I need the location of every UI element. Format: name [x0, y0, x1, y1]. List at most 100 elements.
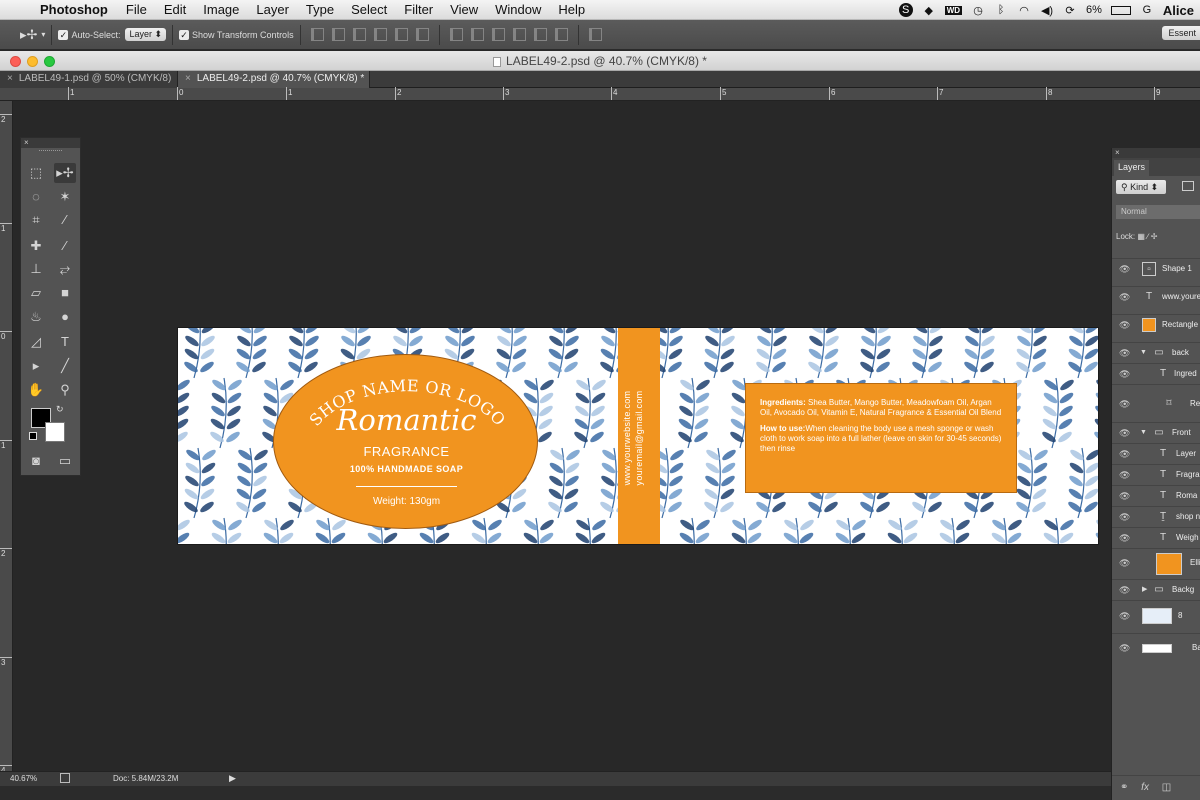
sync-icon[interactable]: ⟳: [1063, 4, 1077, 17]
close-tab-icon[interactable]: ×: [7, 73, 13, 84]
brush-tool-icon[interactable]: ∕: [54, 236, 76, 256]
zoom-tool-icon[interactable]: ⚲: [54, 380, 76, 400]
layer-group-row[interactable]: 👁 ▼ ▭ back: [1112, 342, 1200, 363]
layer-row[interactable]: 👁 ▫ Shape 1: [1112, 258, 1200, 279]
eye-icon[interactable]: 👁: [1119, 444, 1130, 464]
menu-image[interactable]: Image: [203, 2, 239, 17]
menu-type[interactable]: Type: [306, 2, 334, 17]
align-bottom-edges-icon[interactable]: [352, 28, 366, 41]
align-top-edges-icon[interactable]: [310, 28, 324, 41]
expand-chevron-icon[interactable]: ▶: [1142, 580, 1147, 600]
menu-layer[interactable]: Layer: [256, 2, 289, 17]
link-layers-icon[interactable]: ⚭: [1120, 782, 1128, 793]
panel-grip[interactable]: [39, 150, 62, 156]
zoom-level[interactable]: 40.67%: [10, 774, 37, 783]
screen-mode-icon[interactable]: ▭: [54, 451, 76, 471]
clone-stamp-tool-icon[interactable]: ⊥: [25, 259, 47, 279]
distribute-right-icon[interactable]: [554, 28, 568, 41]
distribute-top-icon[interactable]: [449, 28, 463, 41]
eye-icon[interactable]: 👁: [1119, 580, 1130, 600]
app-menu[interactable]: Photoshop: [40, 2, 108, 17]
menu-edit[interactable]: Edit: [164, 2, 186, 17]
layer-row[interactable]: 👁 T Ingred: [1112, 363, 1200, 384]
tools-panel-header[interactable]: ×: [21, 138, 80, 148]
layer-row[interactable]: 👁 T Weigh: [1112, 527, 1200, 548]
eye-icon[interactable]: 👁: [1119, 343, 1130, 363]
eye-icon[interactable]: 👁: [1119, 423, 1130, 443]
close-window-button[interactable]: [10, 56, 21, 67]
eye-icon[interactable]: 👁: [1119, 315, 1130, 335]
layer-row[interactable]: 👁 Twww.youre: [1112, 286, 1200, 307]
image-filter-icon[interactable]: [1182, 181, 1194, 191]
bluetooth-icon[interactable]: ᛒ: [994, 4, 1008, 16]
eye-icon[interactable]: 👁: [1119, 394, 1130, 414]
lasso-tool-icon[interactable]: ◌: [25, 187, 47, 207]
background-color-swatch[interactable]: [45, 422, 65, 442]
align-left-edges-icon[interactable]: [373, 28, 387, 41]
move-tool-icon[interactable]: ▸✢: [20, 27, 37, 43]
healing-brush-tool-icon[interactable]: ✚: [25, 236, 47, 256]
layer-row[interactable]: 👁 ⌑ Re: [1112, 384, 1200, 422]
layers-panel-header[interactable]: ×: [1112, 148, 1200, 158]
tool-preset-chevron-icon[interactable]: ▾: [41, 30, 45, 39]
wd-drive-icon[interactable]: WD: [944, 5, 963, 15]
eye-icon[interactable]: 👁: [1119, 638, 1130, 658]
eyedropper-tool-icon[interactable]: ⁄: [54, 210, 76, 230]
auto-select-checkbox[interactable]: ✓: [58, 29, 69, 40]
move-tool-icon[interactable]: ▸✢: [54, 163, 76, 183]
workspace-switcher[interactable]: Essent: [1162, 26, 1200, 40]
lock-pixels-icon[interactable]: ▦: [1137, 232, 1145, 241]
layer-row[interactable]: 👁 T Layer: [1112, 443, 1200, 464]
menu-help[interactable]: Help: [558, 2, 585, 17]
crop-tool-icon[interactable]: ⌗: [25, 210, 47, 230]
label-spine[interactable]: www.yourwebsite.com youremail@gmail.com: [618, 328, 660, 544]
layer-row[interactable]: 👁 Elli: [1112, 548, 1200, 579]
time-machine-icon[interactable]: ◷: [971, 4, 985, 17]
layer-row[interactable]: 👁 T Fragra: [1112, 464, 1200, 485]
ingredients-box[interactable]: Ingredients: Shea Butter, Mango Butter, …: [745, 383, 1017, 493]
line-tool-icon[interactable]: ╱: [54, 356, 76, 376]
dropbox-icon[interactable]: ◆: [922, 4, 936, 17]
expand-chevron-icon[interactable]: ▼: [1140, 343, 1147, 363]
google-icon[interactable]: G: [1140, 4, 1154, 16]
layer-group-row[interactable]: 👁 ▼ ▭ Front: [1112, 422, 1200, 443]
layer-row[interactable]: 👁 T Roma: [1112, 485, 1200, 506]
default-colors-icon[interactable]: [29, 432, 37, 440]
tab-layers[interactable]: Layers: [1114, 160, 1150, 176]
blur-tool-icon[interactable]: ♨: [25, 307, 47, 327]
layer-row[interactable]: 👁 8: [1112, 600, 1200, 633]
eye-icon[interactable]: 👁: [1119, 528, 1130, 548]
distribute-bottom-icon[interactable]: [491, 28, 505, 41]
vertical-ruler[interactable]: 2 1 0 1 2 3 4: [0, 101, 13, 775]
menu-window[interactable]: Window: [495, 2, 541, 17]
eye-icon[interactable]: 👁: [1119, 364, 1130, 384]
label-oval[interactable]: SHOP NAME OR LOGO Romantic FRAGRANCE 100…: [273, 354, 538, 529]
direct-selection-tool-icon[interactable]: ▸: [25, 356, 47, 376]
zoom-window-button[interactable]: [44, 56, 55, 67]
volume-icon[interactable]: ◀): [1040, 4, 1054, 17]
wifi-icon[interactable]: ◠: [1017, 4, 1031, 17]
user-menu[interactable]: Alice: [1163, 3, 1194, 18]
close-tab-icon[interactable]: ×: [185, 73, 191, 84]
eye-icon[interactable]: 👁: [1119, 465, 1130, 485]
eye-icon[interactable]: 👁: [1119, 507, 1130, 527]
lock-position-icon[interactable]: ✢: [1151, 232, 1158, 241]
eye-icon[interactable]: 👁: [1119, 259, 1130, 279]
distribute-horizontal-centers-icon[interactable]: [533, 28, 547, 41]
align-vertical-centers-icon[interactable]: [331, 28, 345, 41]
quick-mask-icon[interactable]: ◙: [25, 451, 47, 471]
share-icon[interactable]: [60, 773, 70, 783]
path-selection-tool-icon[interactable]: ◿: [25, 332, 47, 352]
history-brush-tool-icon[interactable]: ⥂: [54, 259, 76, 279]
battery-icon[interactable]: [1110, 5, 1131, 15]
eye-icon[interactable]: 👁: [1119, 287, 1130, 307]
soap-label-canvas[interactable]: SHOP NAME OR LOGO Romantic FRAGRANCE 100…: [177, 327, 1099, 545]
expand-chevron-icon[interactable]: ▼: [1140, 423, 1147, 443]
layer-row[interactable]: 👁 Backg: [1112, 633, 1200, 663]
swap-colors-icon[interactable]: ↻: [56, 404, 64, 415]
marquee-tool-icon[interactable]: ⬚: [25, 163, 47, 183]
tab-label49-1[interactable]: × LABEL49-1.psd @ 50% (CMYK/8): [0, 71, 178, 88]
align-right-edges-icon[interactable]: [415, 28, 429, 41]
hand-tool-icon[interactable]: ✋: [25, 380, 47, 400]
show-transform-checkbox[interactable]: ✓: [179, 29, 190, 40]
